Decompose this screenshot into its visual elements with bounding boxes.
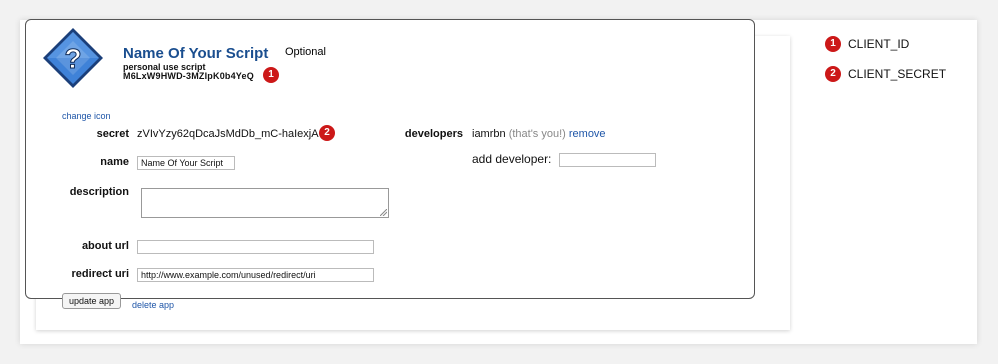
- developer-entry: iamrbn (that's you!) remove: [472, 128, 606, 140]
- client-id-value: M6LxW9HWD-3MZlpK0b4YeQ: [123, 71, 254, 81]
- delete-app-link[interactable]: delete app: [132, 300, 174, 310]
- client-secret-badge: 2: [319, 125, 335, 141]
- redirect-uri-label: redirect uri: [71, 268, 129, 280]
- redirect-uri-input[interactable]: [137, 268, 374, 282]
- description-label: description: [69, 186, 129, 198]
- resize-grip-icon[interactable]: [380, 209, 387, 216]
- developer-you-note: (that's you!): [508, 128, 566, 140]
- app-icon: ?: [43, 28, 103, 88]
- optional-label: Optional: [285, 46, 326, 58]
- about-url-input[interactable]: [137, 240, 374, 254]
- description-textarea[interactable]: [141, 188, 389, 218]
- secret-label: secret: [96, 128, 129, 140]
- legend-badge-2: 2: [825, 66, 841, 82]
- name-input[interactable]: [137, 156, 235, 170]
- legend-badge-1: 1: [825, 36, 841, 52]
- change-icon-link[interactable]: change icon: [62, 111, 111, 121]
- app-title: Name Of Your Script: [123, 45, 269, 62]
- name-label: name: [100, 156, 129, 168]
- about-url-label: about url: [81, 240, 129, 252]
- developer-username: iamrbn: [472, 128, 506, 140]
- legend-client-secret: CLIENT_SECRET: [848, 67, 947, 81]
- svg-text:?: ?: [64, 43, 81, 74]
- add-developer-input[interactable]: [559, 153, 656, 167]
- legend-client-id: CLIENT_ID: [848, 37, 910, 51]
- developers-label: developers: [404, 128, 463, 140]
- secret-value: zVIvYzy62qDcaJsMdDb_mC-haIexjA: [137, 128, 319, 140]
- remove-developer-link[interactable]: remove: [569, 128, 606, 140]
- client-id-badge: 1: [263, 67, 279, 83]
- update-app-button[interactable]: update app: [62, 293, 122, 309]
- add-developer-label: add developer:: [472, 152, 552, 166]
